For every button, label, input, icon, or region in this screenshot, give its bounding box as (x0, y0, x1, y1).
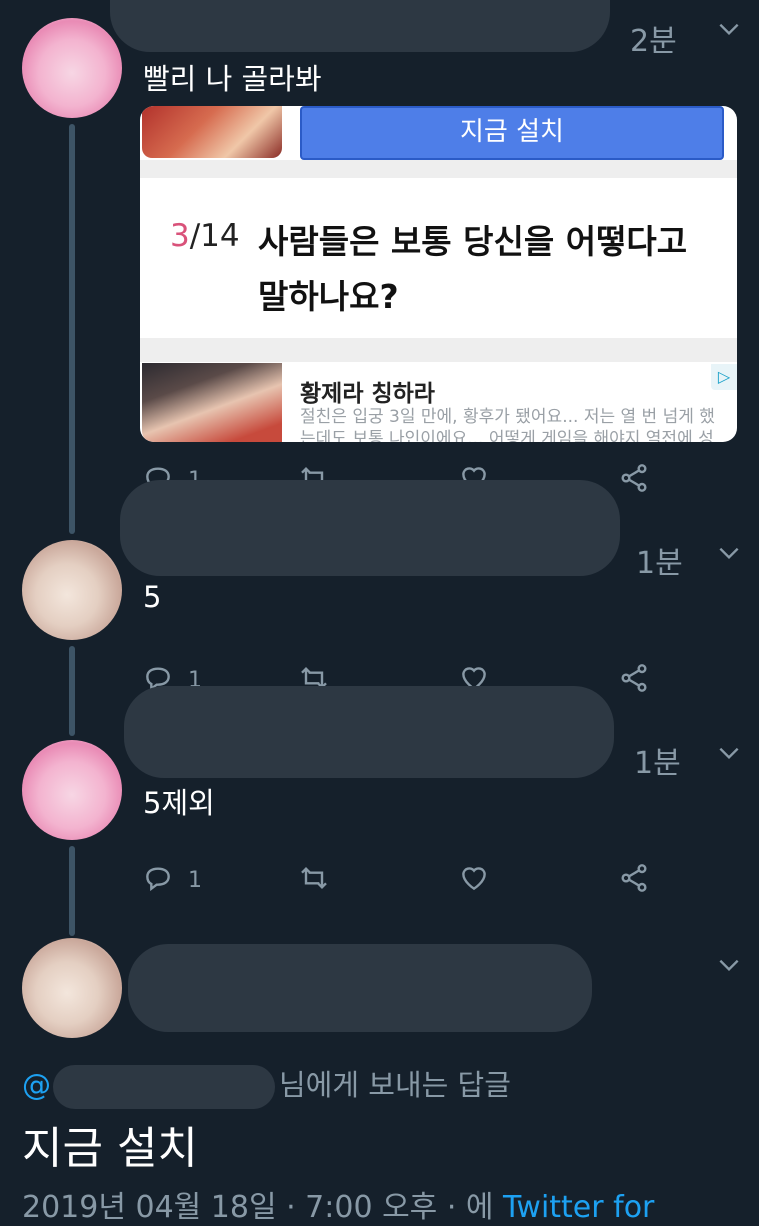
retweet-icon[interactable] (298, 862, 330, 900)
question-text: 사람들은 보통 당신을 어떻다고 말하나요? (258, 222, 688, 316)
install-button[interactable]: 지금 설치 (300, 106, 724, 160)
reply-count: 1 (188, 868, 202, 893)
thread-line (69, 646, 75, 736)
chevron-down-icon[interactable] (716, 952, 742, 985)
tweet-meta: 2019년 04월 18일 · 7:00 오후 · 에 Twitter for (22, 1182, 654, 1226)
like-icon[interactable] (458, 862, 490, 900)
question-total: /14 (189, 218, 240, 254)
ad-game-image (142, 363, 282, 442)
reply-icon[interactable] (142, 862, 174, 900)
avatar[interactable] (22, 740, 122, 840)
question-current: 3 (170, 218, 190, 254)
tweet-source-link[interactable]: Twitter for (503, 1190, 654, 1225)
ad-game-description: 절친은 입궁 3일 만에, 황후가 됐어요... 저는 열 번 넘게 했는데도 … (300, 407, 715, 442)
avatar[interactable] (22, 540, 122, 640)
avatar[interactable] (22, 18, 122, 118)
reply-to-line: @ 님에게 보내는 답글 (22, 1062, 511, 1109)
ad-card[interactable]: 지금 설치 3/14 사람들은 보통 당신을 어떻다고 말하나요? 황제라 칭하… (140, 106, 737, 442)
ad-top-image (142, 106, 282, 158)
reply-to-prefix[interactable]: @ (22, 1068, 51, 1102)
chevron-down-icon[interactable] (716, 16, 742, 49)
redacted-handle (53, 1065, 275, 1109)
chevron-down-icon[interactable] (716, 540, 742, 573)
share-icon[interactable] (618, 662, 650, 700)
divider (140, 338, 737, 362)
tweet-time: 2분 (630, 24, 677, 59)
divider (140, 160, 737, 178)
ad-game-title[interactable]: 황제라 칭하라 (300, 374, 435, 408)
redacted-username (124, 686, 614, 778)
avatar[interactable] (22, 938, 122, 1038)
tweet-text: 5제외 (143, 786, 215, 820)
reply-to-suffix: 님에게 보내는 답글 (279, 1068, 511, 1102)
thread-line (69, 124, 75, 534)
tweet-date: 2019년 04월 18일 · 7:00 오후 · 에 (22, 1190, 494, 1225)
chevron-down-icon[interactable] (716, 740, 742, 773)
tweet-text: 5 (143, 580, 162, 614)
redacted-username (120, 480, 620, 576)
thread-line (69, 846, 75, 936)
share-icon[interactable] (618, 462, 650, 500)
question-counter: 3/14 (170, 218, 240, 254)
tweet-time: 1분 (636, 546, 683, 581)
redacted-username (110, 0, 610, 52)
tweet-text: 빨리 나 골라봐 (143, 62, 322, 96)
share-icon[interactable] (618, 862, 650, 900)
ad-choices-icon[interactable]: ▷ (711, 364, 737, 390)
redacted-username (128, 944, 592, 1032)
main-tweet-text: 지금 설치 (22, 1123, 198, 1174)
tweet-time: 1분 (634, 746, 681, 781)
